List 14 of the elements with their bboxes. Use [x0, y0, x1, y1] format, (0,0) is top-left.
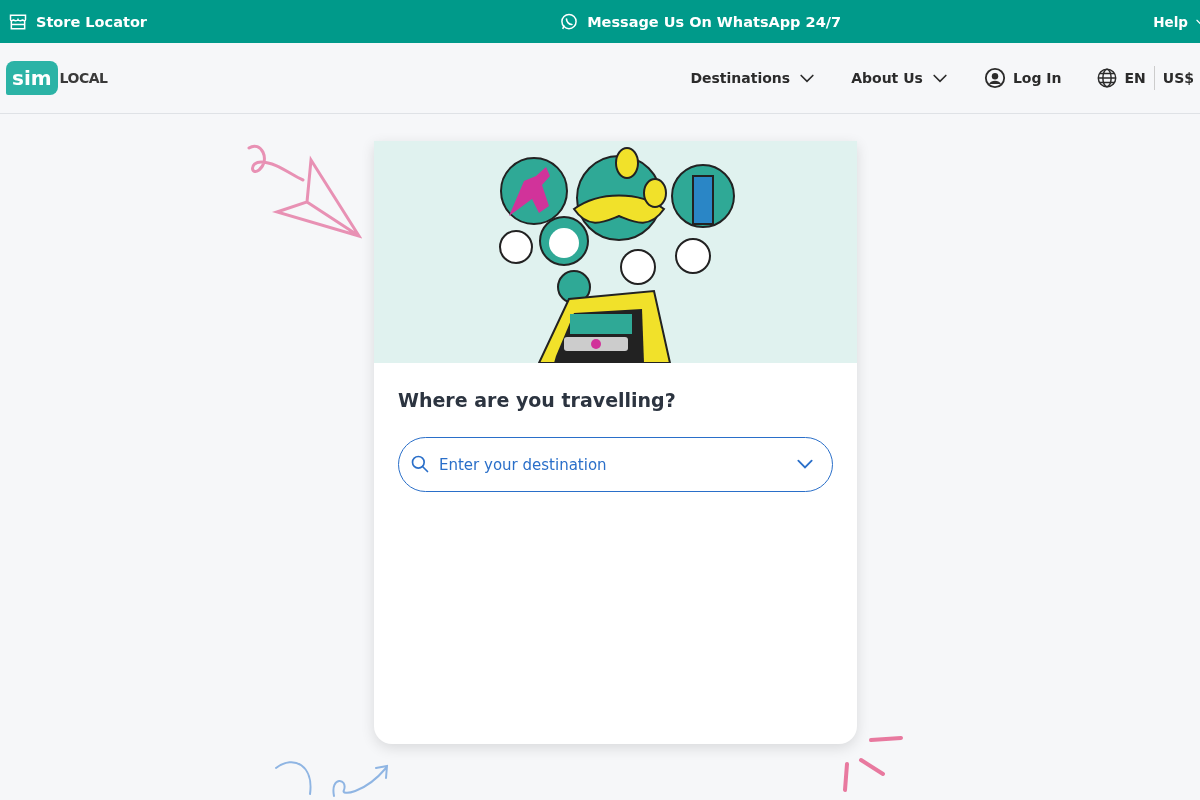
nav-menu-item[interactable]: About Us — [851, 68, 950, 88]
chat-bubble-icon — [559, 11, 580, 32]
globe-icon — [1095, 67, 1118, 89]
nav-menu-item[interactable]: Destinations — [690, 68, 818, 88]
sparkle-doodle — [840, 734, 906, 794]
user-icon — [983, 67, 1006, 89]
currency-selector[interactable]: US$ — [1162, 70, 1194, 86]
destination-search-field[interactable]: Enter your destination — [398, 437, 833, 492]
whatsapp-link[interactable]: Message Us On WhatsApp 24/7 — [559, 11, 842, 32]
store-locator-link[interactable]: Store Locator — [8, 11, 147, 32]
help-link[interactable]: Help — [1153, 13, 1200, 30]
login-link[interactable]: Log In — [983, 67, 1062, 89]
search-heading: Where are you travelling? — [398, 389, 677, 411]
language-selector[interactable]: EN — [1095, 67, 1146, 89]
